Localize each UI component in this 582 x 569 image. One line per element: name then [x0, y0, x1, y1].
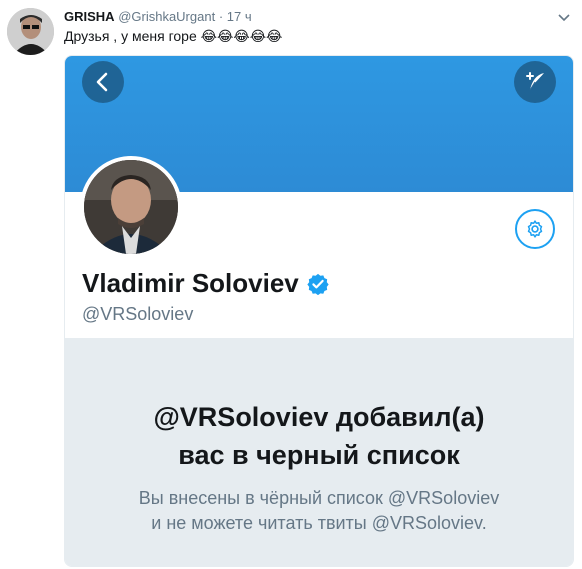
chevron-down-icon[interactable] [558, 11, 570, 25]
profile-name-text: Vladimir Soloviev [82, 268, 299, 298]
avatar[interactable] [7, 8, 54, 55]
profile-photo[interactable] [80, 156, 182, 258]
verified-badge-icon [307, 273, 329, 295]
separator: · [218, 9, 224, 24]
attached-screenshot[interactable]: Vladimir Soloviev @VRSoloviev @VRSolovie… [64, 55, 574, 567]
author-handle[interactable]: @GrishkaUrgant [118, 9, 215, 24]
gear-icon[interactable] [515, 209, 555, 249]
profile-name: Vladimir Soloviev [82, 268, 329, 299]
blocked-sub-line2: и не можете читать твиты @VRSoloviev. [151, 513, 487, 533]
blocked-title: @VRSoloviev добавил(а) вас в черный спис… [65, 398, 573, 474]
timestamp[interactable]: 17 ч [227, 9, 252, 24]
compose-feather-icon[interactable] [514, 61, 556, 103]
blocked-title-line2: вас в черный список [178, 440, 460, 470]
tweet-emojis: 😂😂😂😂😂 [200, 28, 283, 44]
back-arrow-icon[interactable] [82, 61, 124, 103]
tweet: GRISHA @GrishkaUrgant · 17 ч Друзья , у … [0, 0, 582, 569]
author-name[interactable]: GRISHA [64, 9, 115, 24]
tweet-text: Друзья , у меня горе 😂😂😂😂😂 [64, 28, 282, 45]
blocked-subtitle: Вы внесены в чёрный список @VRSoloviev и… [65, 486, 573, 536]
profile-handle: @VRSoloviev [82, 304, 194, 324]
tweet-text-body: Друзья , у меня горе [64, 28, 197, 44]
blocked-title-line1: @VRSoloviev добавил(а) [153, 402, 485, 432]
blocked-notice: @VRSoloviev добавил(а) вас в черный спис… [65, 338, 573, 566]
tweet-header: GRISHA @GrishkaUrgant · 17 ч [64, 9, 252, 24]
blocked-sub-line1: Вы внесены в чёрный список @VRSoloviev [138, 488, 500, 508]
